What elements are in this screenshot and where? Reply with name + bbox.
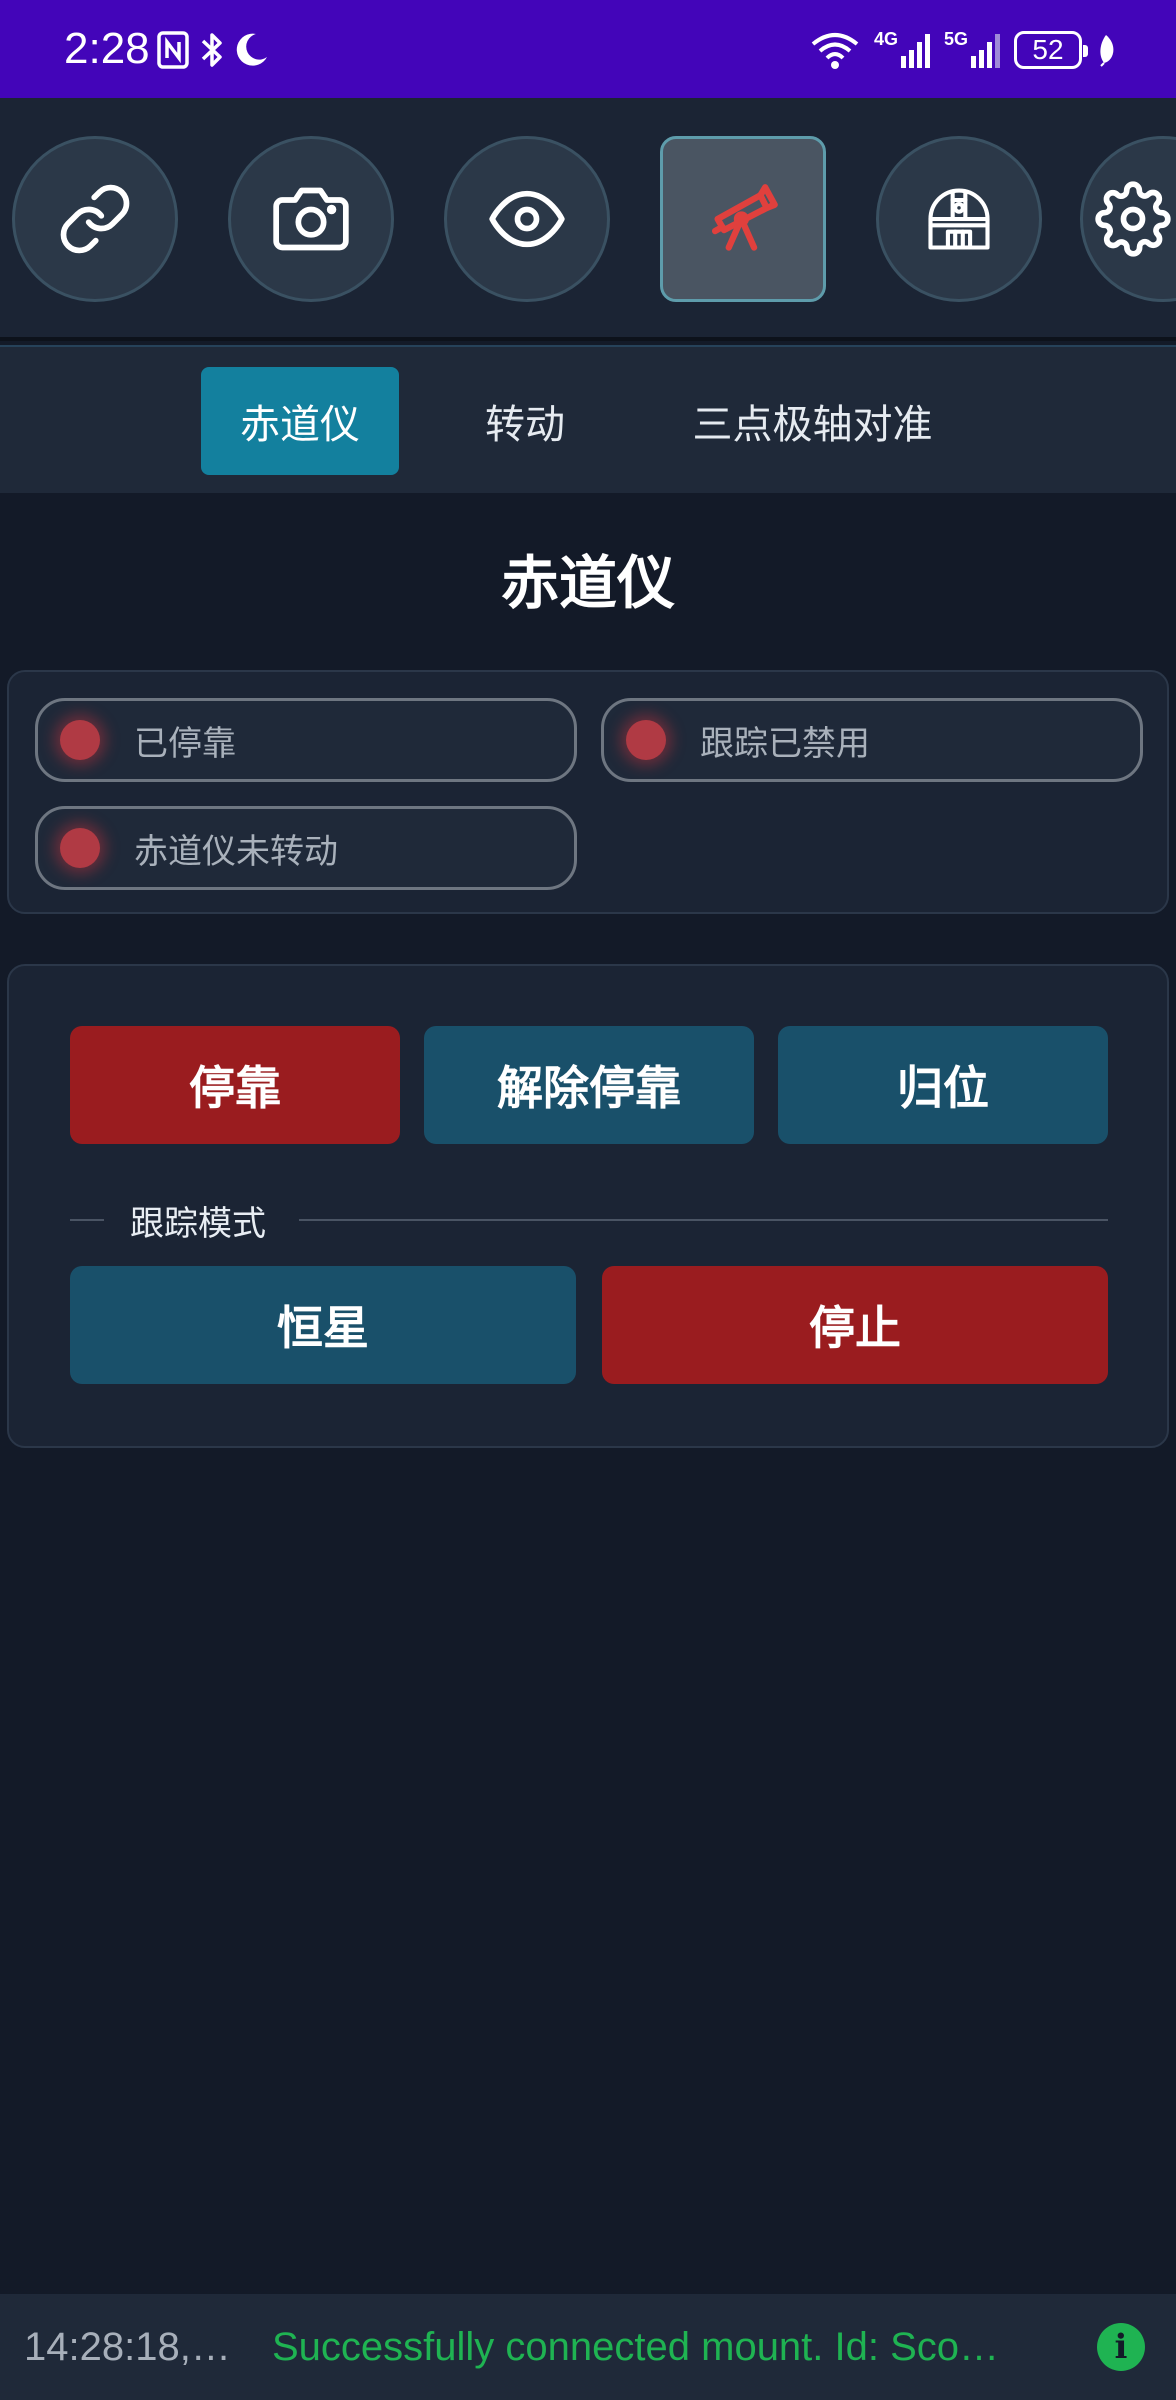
network-5g-label: 5G xyxy=(943,29,968,49)
nav-observatory-button[interactable] xyxy=(876,136,1042,302)
moon-icon xyxy=(236,33,267,66)
status-pill-label: 跟踪已禁用 xyxy=(700,723,870,764)
wifi-icon xyxy=(811,33,859,69)
network-4g-label: 4G xyxy=(873,29,898,49)
status-right-icons: 4G 5G 52 xyxy=(810,24,1116,76)
battery-icon: 52 xyxy=(1014,31,1088,69)
nav-telescope-button[interactable] xyxy=(660,136,826,302)
sidereal-tracking-button[interactable]: 恒星 xyxy=(70,1266,576,1384)
leaf-icon xyxy=(1100,35,1114,67)
status-pill-parked: 已停靠 xyxy=(35,698,577,782)
status-bar: 2:28 4G 5G 52 xyxy=(0,0,1176,98)
battery-level: 52 xyxy=(1032,34,1064,65)
gear-icon xyxy=(1095,181,1171,257)
tab-slew[interactable]: 转动 xyxy=(440,367,610,475)
status-time: 2:28 xyxy=(64,24,150,73)
tracking-mode-label: 跟踪模式 xyxy=(130,1204,266,1244)
link-icon xyxy=(60,184,130,254)
observatory-dome-icon xyxy=(928,188,990,250)
top-nav xyxy=(0,98,1176,341)
nav-link-button[interactable] xyxy=(12,136,178,302)
bluetooth-icon xyxy=(201,33,222,67)
divider-line-left xyxy=(70,1219,104,1221)
status-indicator-dot xyxy=(626,720,666,760)
status-pill-slewing: 赤道仪未转动 xyxy=(35,806,577,890)
mount-controls-panel: 停靠 解除停靠 归位 跟踪模式 恒星 停止 xyxy=(7,964,1169,1448)
telescope-icon xyxy=(711,184,778,251)
nav-eye-button[interactable] xyxy=(444,136,610,302)
status-indicator-dot xyxy=(60,828,100,868)
nav-camera-button[interactable] xyxy=(228,136,394,302)
signal-4g-icon xyxy=(900,34,930,68)
signal-5g: 5G xyxy=(944,30,1000,70)
stop-tracking-button[interactable]: 停止 xyxy=(602,1266,1108,1384)
log-timestamp: 14:28:18,… xyxy=(24,2324,231,2369)
status-pill-tracking: 跟踪已禁用 xyxy=(601,698,1143,782)
park-button[interactable]: 停靠 xyxy=(70,1026,400,1144)
eye-icon xyxy=(489,190,565,248)
tabs-bar: 赤道仪 转动 三点极轴对准 xyxy=(0,345,1176,493)
signal-5g-icon xyxy=(971,34,1000,68)
log-bar[interactable]: 14:28:18,… Successfully connected mount.… xyxy=(0,2294,1176,2400)
log-message: Successfully connected mount. Id: Sco… xyxy=(272,2324,1000,2369)
divider-line-right xyxy=(299,1219,1108,1221)
nav-settings-button[interactable] xyxy=(1080,136,1176,302)
status-indicator-dot xyxy=(60,720,100,760)
signal-4g: 4G xyxy=(874,30,930,70)
home-button[interactable]: 归位 xyxy=(778,1026,1108,1144)
page-title: 赤道仪 xyxy=(500,549,675,617)
unpark-button[interactable]: 解除停靠 xyxy=(424,1026,754,1144)
nfc-icon xyxy=(157,31,189,69)
mount-status-panel: 已停靠 跟踪已禁用 赤道仪未转动 xyxy=(7,670,1169,914)
tab-mount[interactable]: 赤道仪 xyxy=(201,367,399,475)
tab-three-point-polar-alignment[interactable]: 三点极轴对准 xyxy=(660,367,965,475)
status-left-icons xyxy=(156,28,270,72)
status-pill-label: 赤道仪未转动 xyxy=(134,831,338,872)
camera-icon xyxy=(273,187,349,251)
info-icon[interactable]: i xyxy=(1097,2323,1145,2371)
status-pill-label: 已停靠 xyxy=(134,723,236,764)
